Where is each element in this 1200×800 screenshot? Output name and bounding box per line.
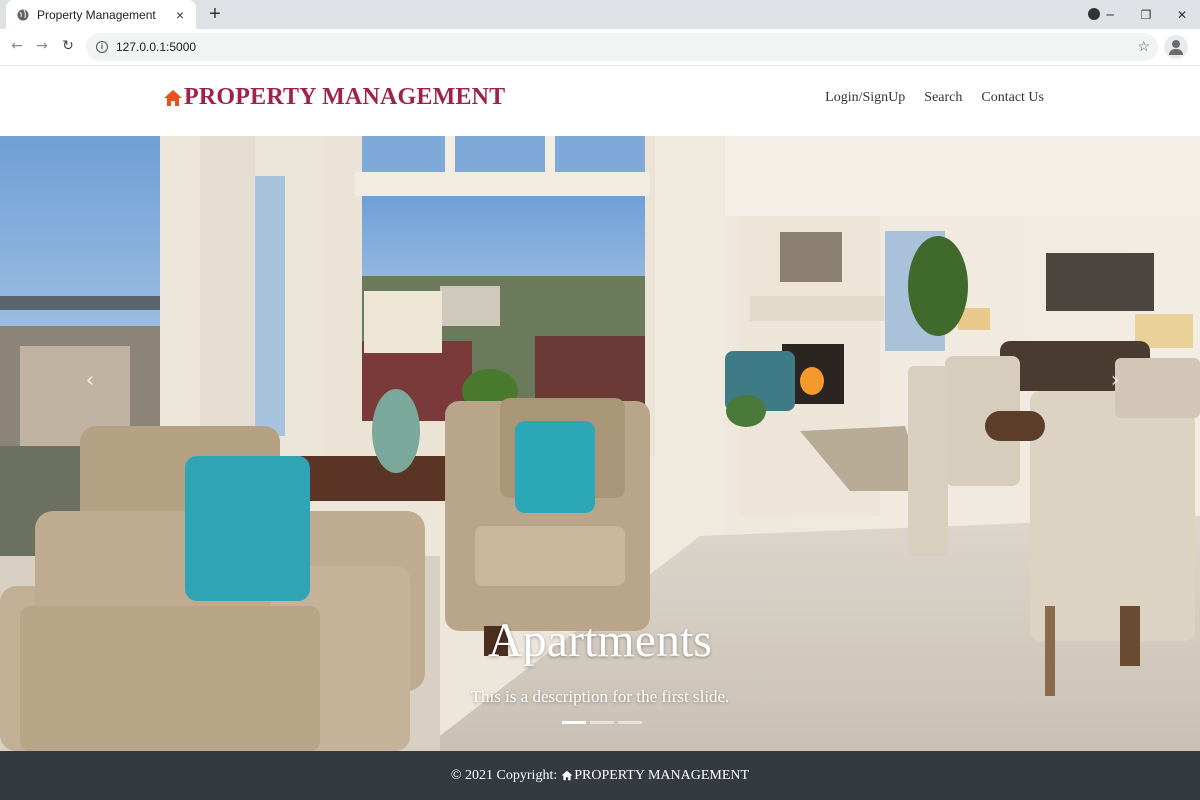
url-text: 127.0.0.1:5000 (116, 40, 197, 54)
site-header: PROPERTY MANAGEMENT Login/SignUp Search … (0, 66, 1200, 136)
carousel-indicator[interactable] (618, 721, 642, 724)
carousel-indicators (562, 721, 642, 724)
nav-login-signup[interactable]: Login/SignUp (825, 90, 905, 106)
carousel-indicator[interactable] (590, 721, 614, 724)
carousel-indicator[interactable] (562, 721, 586, 724)
profile-avatar-icon[interactable] (1164, 35, 1188, 59)
slide-title: Apartments (488, 614, 712, 667)
bookmark-star-icon[interactable]: ☆ (1137, 38, 1150, 55)
globe-icon (17, 9, 29, 20)
back-icon[interactable]: ← (8, 38, 26, 54)
info-icon[interactable]: i (96, 41, 108, 53)
carousel-prev-icon[interactable]: ‹ (80, 368, 100, 393)
footer-brand-link[interactable]: PROPERTY MANAGEMENT (574, 768, 749, 784)
footer-copyright: © 2021 Copyright: (450, 767, 558, 783)
tab-close-icon[interactable]: × (172, 7, 188, 23)
hero-carousel: ‹ › Apartments This is a description for… (0, 136, 1200, 751)
slide-description: This is a description for the first slid… (470, 687, 730, 706)
new-tab-button[interactable]: + (205, 2, 225, 26)
home-icon (561, 770, 573, 781)
main-nav: Login/SignUp Search Contact Us (825, 90, 1044, 106)
home-icon (164, 89, 182, 106)
close-window-icon[interactable]: ✕ (1164, 8, 1200, 22)
browser-tab-bar: Property Management × + ─ ❐ ✕ (0, 0, 1200, 29)
browser-toolbar: ← → ↻ i 127.0.0.1:5000 ☆ (0, 29, 1200, 66)
tab-title: Property Management (37, 7, 156, 22)
minimize-icon[interactable]: ─ (1092, 8, 1128, 22)
brand-logo[interactable]: PROPERTY MANAGEMENT (163, 84, 505, 111)
carousel-next-icon[interactable]: › (1105, 368, 1125, 393)
browser-tab[interactable]: Property Management × (6, 0, 196, 29)
brand-name: PROPERTY MANAGEMENT (184, 84, 506, 110)
restore-icon[interactable]: ❐ (1128, 8, 1164, 22)
reload-icon[interactable]: ↻ (59, 38, 77, 54)
nav-contact-us[interactable]: Contact Us (981, 90, 1044, 106)
address-bar[interactable]: i 127.0.0.1:5000 ☆ (86, 33, 1158, 61)
site-footer: © 2021 Copyright: PROPERTY MANAGEMENT (0, 751, 1200, 800)
nav-search[interactable]: Search (924, 90, 962, 106)
forward-icon[interactable]: → (33, 38, 51, 54)
window-controls: ─ ❐ ✕ (1092, 0, 1200, 29)
